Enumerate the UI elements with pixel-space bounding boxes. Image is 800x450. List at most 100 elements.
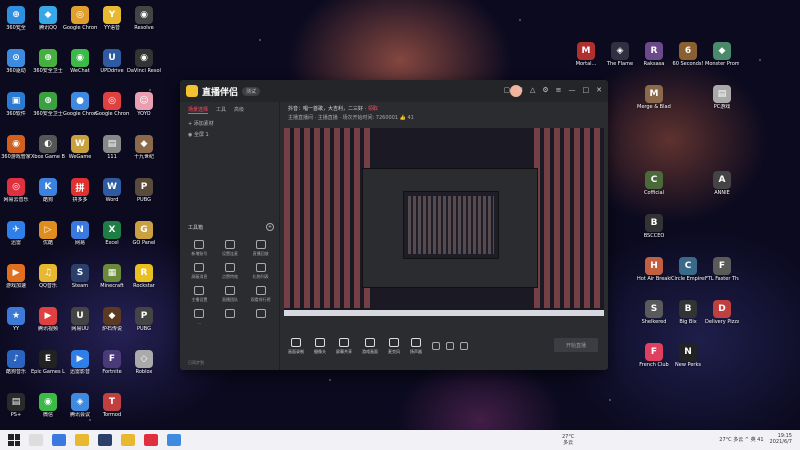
toolbox-item[interactable]: ...	[184, 309, 215, 325]
desktop-icon[interactable]: ◎Google Chrome	[63, 6, 97, 42]
desktop-icon[interactable]	[672, 386, 704, 422]
desktop-icon[interactable]: ✈ 迅雷	[0, 221, 32, 257]
desktop-icon[interactable]: F French Club	[638, 343, 670, 379]
desktop-icon[interactable]: ◆ 炉石传说	[96, 307, 128, 343]
desktop-icon[interactable]: ▶ 游戏加速	[0, 264, 32, 300]
desktop-icon[interactable]: R Rockstar	[128, 264, 160, 300]
app2-taskbar-icon[interactable]	[167, 434, 181, 446]
desktop-icon[interactable]	[128, 393, 160, 429]
desktop-icon[interactable]: ▤ PC游戏	[706, 85, 738, 121]
desktop-icon[interactable]: ●Google Chrome	[63, 92, 97, 128]
desktop-icon[interactable]: ◆ Monster Prom	[705, 42, 739, 78]
desktop-icon[interactable]: 6 60 Seconds!	[672, 42, 704, 78]
desktop-icon[interactable]	[604, 214, 636, 250]
desktop-icon[interactable]	[604, 300, 636, 336]
weather-widget[interactable]: 27°C 多云	[562, 434, 574, 446]
desktop-icon[interactable]: ▶ 腾讯视频	[32, 307, 64, 343]
search-icon[interactable]	[29, 434, 43, 446]
desktop-icon[interactable]: K 酷狗	[32, 178, 64, 214]
desktop-icon[interactable]	[604, 386, 636, 422]
desktop-icon[interactable]	[672, 171, 704, 207]
start-live-button[interactable]: 开始直播	[554, 338, 598, 352]
claim-link[interactable]: 领取	[368, 106, 378, 112]
desktop-icon[interactable]: ◐Xbox Game Bar	[31, 135, 65, 171]
control-button[interactable]: 画面录制	[288, 337, 304, 355]
desktop-icon[interactable]: P PUBG	[128, 178, 160, 214]
desktop-icon[interactable]: A ANNIE	[706, 171, 738, 207]
desktop-icon[interactable]: ★ YY	[0, 307, 32, 343]
desktop-icon[interactable]: FFTL Faster Than Light	[705, 257, 739, 293]
steam-taskbar-icon[interactable]	[98, 434, 112, 446]
desktop-icon[interactable]: S Shelkered	[638, 300, 670, 336]
close-icon[interactable]: ✕	[596, 86, 602, 94]
desktop-icon[interactable]: ◆ 十九世纪	[128, 135, 160, 171]
toolbox-item[interactable]: 屏蔽消息	[184, 263, 215, 280]
camera-settings-icon[interactable]	[432, 342, 440, 350]
desktop-icon[interactable]: ◉ WeChat	[64, 49, 96, 85]
desktop-icon[interactable]: C Cofficial	[638, 171, 670, 207]
desktop-icon[interactable]: ▶ 迅雷影音	[64, 350, 96, 386]
desktop-icon[interactable]: ◆ 腾讯QQ	[32, 6, 64, 42]
desktop-icon[interactable]: ♫ QQ音乐	[32, 264, 64, 300]
gear-settings-icon[interactable]	[460, 342, 468, 350]
settings-icon[interactable]: ⚙	[542, 86, 548, 94]
desktop-icon[interactable]: N New Perks	[672, 343, 704, 379]
scene-item-fullscreen[interactable]: ◉ 全屏 1	[180, 129, 279, 140]
desktop-icon[interactable]: G GO Panel	[128, 221, 160, 257]
desktop-icon[interactable]: B BSCCEO	[638, 214, 670, 250]
desktop-icon[interactable]: W Word	[96, 178, 128, 214]
desktop-icon[interactable]: B Big Bix	[672, 300, 704, 336]
desktop-icon[interactable]: Y YY语音	[96, 6, 128, 42]
desktop-icon[interactable]: ◉ 360游戏管家	[0, 135, 32, 171]
desktop-icon[interactable]: R Raksasa	[638, 42, 670, 78]
windows-start-icon[interactable]	[8, 434, 20, 446]
control-button[interactable]: 摄像头	[314, 337, 326, 355]
desktop-icon[interactable]	[604, 85, 636, 121]
app-taskbar-icon[interactable]	[144, 434, 158, 446]
control-button[interactable]: 麦克风	[388, 337, 400, 355]
desktop-icon[interactable]: ◉ Resolve	[128, 6, 160, 42]
toolbox-item[interactable]: 点赞特效	[215, 263, 246, 280]
toolbox-add-icon[interactable]: +	[266, 223, 274, 231]
desktop-icon[interactable]	[706, 128, 738, 164]
stream-preview[interactable]	[284, 128, 604, 316]
desktop-icon[interactable]	[672, 214, 704, 250]
desktop-icon[interactable]: ⊕ 360安全	[0, 6, 32, 42]
desktop-icon[interactable]: ◇ Roblox	[128, 350, 160, 386]
desktop-icon[interactable]	[570, 386, 602, 422]
desktop-icon[interactable]: ◉ 微信	[32, 393, 64, 429]
maximize-icon[interactable]: □	[583, 86, 590, 94]
desktop-icon[interactable]	[706, 343, 738, 379]
desktop-icon[interactable]	[638, 128, 670, 164]
desktop-icon[interactable]: M Merge & Blade	[637, 85, 671, 121]
desktop-icon[interactable]: W WeGame	[64, 135, 96, 171]
desktop-icon[interactable]: ◎Google Chrome	[95, 92, 129, 128]
desktop-icon[interactable]	[638, 386, 670, 422]
control-button[interactable]: 扬声器	[410, 337, 422, 355]
add-source-button[interactable]: + 添加素材	[180, 118, 279, 129]
desktop-icon[interactable]: ▤ 111	[96, 135, 128, 171]
desktop-icon[interactable]: ⊕ 360安全卫士	[32, 92, 64, 128]
desktop-icon[interactable]: ▤ PS+	[0, 393, 32, 429]
desktop-icon[interactable]: ⊙ 360驱动	[0, 49, 32, 85]
desktop-icon[interactable]	[672, 128, 704, 164]
desktop-icon[interactable]: ▣ 360软件	[0, 92, 32, 128]
desktop-icon[interactable]	[604, 128, 636, 164]
control-button[interactable]: 屏幕共享	[336, 337, 352, 355]
preview-eye-icon[interactable]	[446, 342, 454, 350]
desktop-icon[interactable]: ▦ Minecraft	[96, 264, 128, 300]
desktop-icon[interactable]: P PUBG	[128, 307, 160, 343]
desktop-icon[interactable]: EEpic Games Launcher	[31, 350, 65, 386]
toolbox-item[interactable]: 新增账号	[184, 240, 215, 257]
desktop-icon[interactable]: ⊕ 360安全卫士	[32, 49, 64, 85]
desktop-icon[interactable]: X Excel	[96, 221, 128, 257]
desktop-icon[interactable]: ◈ The Flame	[604, 42, 636, 78]
tab-scene[interactable]: 场景选择	[188, 106, 209, 114]
desktop-icon[interactable]: 拼拼多多	[64, 178, 96, 214]
control-button[interactable]: 游戏画面	[362, 337, 378, 355]
file-explorer-icon[interactable]	[75, 434, 89, 446]
edge-icon[interactable]	[52, 434, 66, 446]
toolbox-item[interactable]: 设置连麦	[215, 240, 246, 257]
message-icon[interactable]: ▢	[503, 86, 510, 94]
desktop-icon[interactable]	[604, 257, 636, 293]
